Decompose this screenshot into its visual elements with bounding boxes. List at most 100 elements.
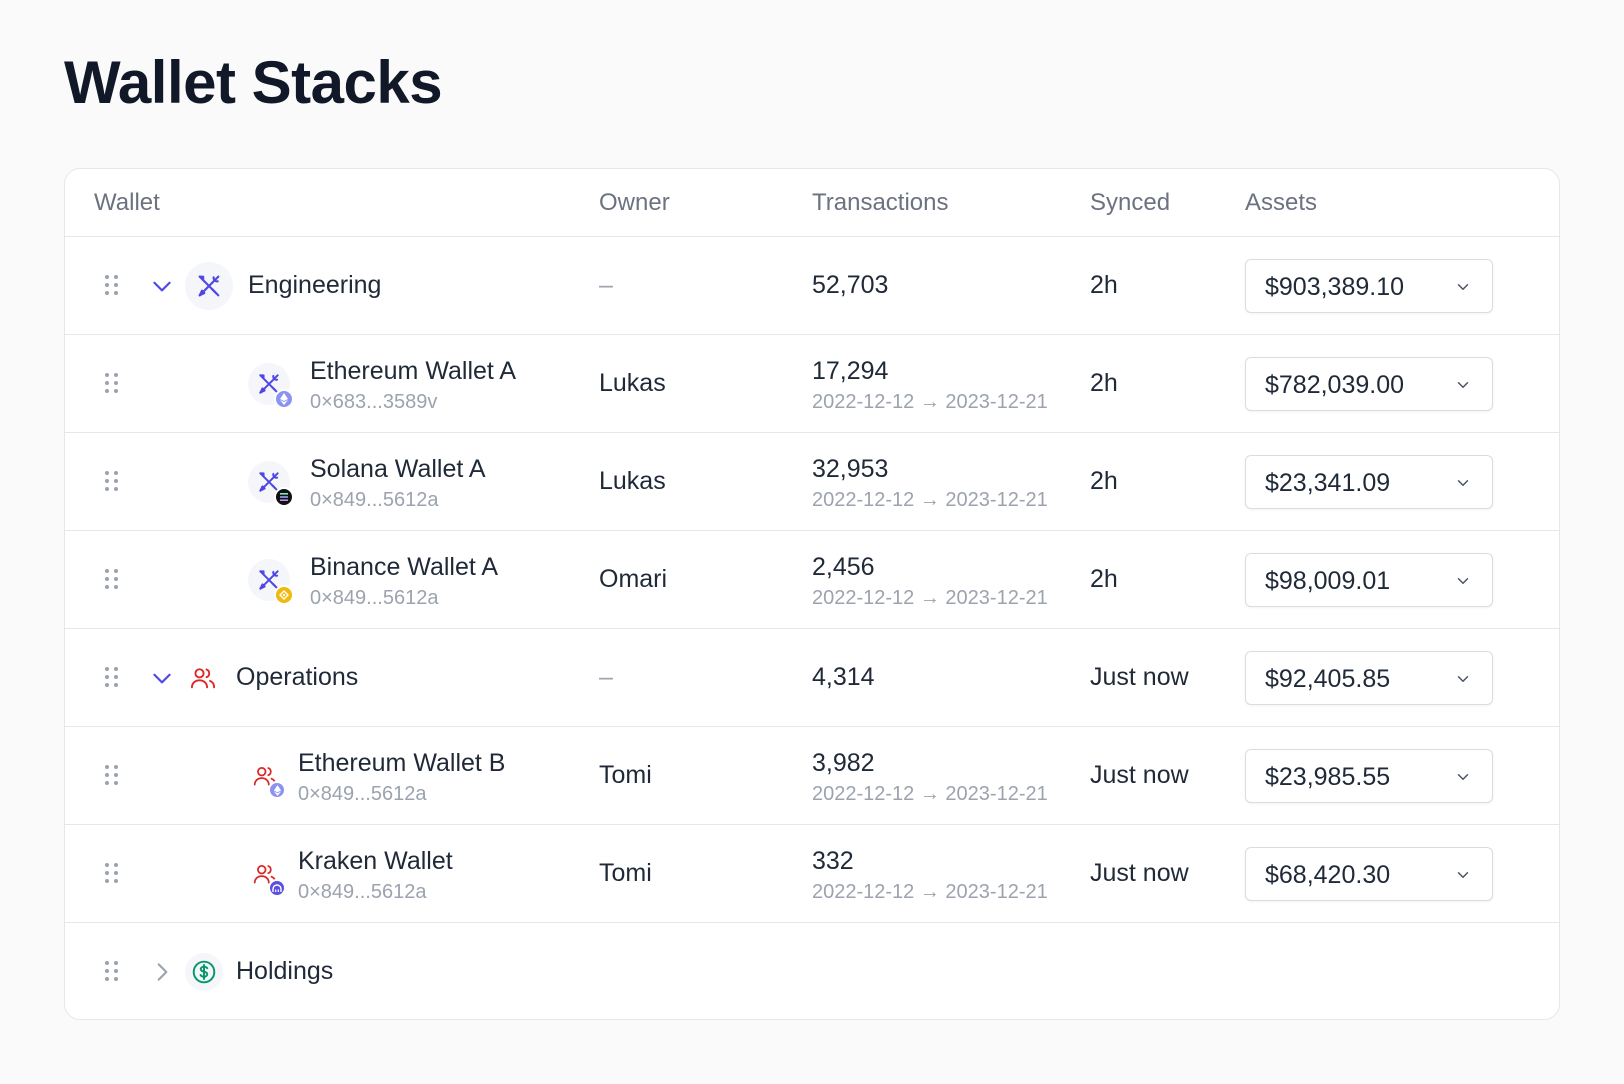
drag-handle-icon[interactable] <box>105 373 119 395</box>
wallet-table: Wallet Owner Transactions Synced Assets … <box>64 168 1560 1020</box>
wallet-row[interactable]: Binance Wallet A 0×849...5612a Omari 2,4… <box>65 531 1559 629</box>
group-row-holdings[interactable]: Holdings <box>65 923 1559 1019</box>
wallet-name: Binance Wallet A <box>310 553 499 581</box>
ethereum-icon <box>268 781 286 799</box>
wallet-address: 0×683...3589v <box>310 391 438 413</box>
wallet-avatar <box>248 755 292 799</box>
wallet-row[interactable]: Solana Wallet A 0×849...5612a Lukas 32,9… <box>65 433 1559 531</box>
date-range: 2022-12-12 → 2023-12-21 <box>812 881 1048 903</box>
wallet-name: Ethereum Wallet B <box>298 749 506 777</box>
table-header: Wallet Owner Transactions Synced Assets <box>65 169 1559 237</box>
date-range: 2022-12-12 → 2023-12-21 <box>812 391 1048 413</box>
drag-handle-icon[interactable] <box>105 961 119 983</box>
chevron-down-icon[interactable] <box>149 665 175 691</box>
transactions-cell: 3,982 <box>812 749 875 777</box>
assets-dropdown[interactable]: $23,985.55 <box>1245 749 1493 803</box>
wallet-address: 0×849...5612a <box>310 587 439 609</box>
assets-value: $68,420.30 <box>1265 861 1391 889</box>
transactions-cell: 52,703 <box>812 271 889 299</box>
transactions-cell: 17,294 <box>812 357 889 385</box>
wallet-avatar <box>248 461 294 507</box>
date-range: 2022-12-12 → 2023-12-21 <box>812 587 1048 609</box>
wallet-address: 0×849...5612a <box>310 489 439 511</box>
wallet-row[interactable]: Ethereum Wallet A 0×683...3589v Lukas 17… <box>65 335 1559 433</box>
wallet-address: 0×849...5612a <box>298 783 427 805</box>
kraken-icon <box>268 879 286 897</box>
dollar-icon <box>185 953 223 991</box>
group-row-operations[interactable]: Operations – 4,314 Just now $92,405.85 <box>65 629 1559 727</box>
assets-value: $903,389.10 <box>1265 273 1405 301</box>
page-title: Wallet Stacks <box>64 49 443 116</box>
chevron-down-icon <box>1457 774 1469 780</box>
tools-icon <box>185 262 233 310</box>
synced-cell: 2h <box>1090 565 1118 593</box>
date-range: 2022-12-12 → 2023-12-21 <box>812 489 1048 511</box>
transactions-cell: 32,953 <box>812 455 889 483</box>
binance-icon <box>274 585 294 605</box>
transactions-cell: 332 <box>812 847 854 875</box>
header-transactions: Transactions <box>812 189 949 216</box>
date-range: 2022-12-12 → 2023-12-21 <box>812 783 1048 805</box>
chevron-down-icon <box>1457 480 1469 486</box>
drag-handle-icon[interactable] <box>105 471 119 493</box>
owner-cell: – <box>599 663 613 691</box>
chevron-down-icon <box>1457 872 1469 878</box>
synced-cell: 2h <box>1090 467 1118 495</box>
synced-cell: 2h <box>1090 369 1118 397</box>
chevron-right-icon[interactable] <box>149 959 175 985</box>
wallet-avatar <box>248 363 294 409</box>
group-row-engineering[interactable]: Engineering – 52,703 2h $903,389.10 <box>65 237 1559 335</box>
header-owner: Owner <box>599 189 670 216</box>
assets-value: $98,009.01 <box>1265 567 1391 595</box>
owner-cell: – <box>599 271 613 299</box>
users-icon <box>185 660 221 696</box>
assets-dropdown[interactable]: $782,039.00 <box>1245 357 1493 411</box>
owner-cell: Tomi <box>599 859 652 887</box>
drag-handle-icon[interactable] <box>105 275 119 297</box>
assets-dropdown[interactable]: $92,405.85 <box>1245 651 1493 705</box>
header-synced: Synced <box>1090 189 1171 216</box>
group-name: Holdings <box>236 957 334 985</box>
assets-dropdown[interactable]: $98,009.01 <box>1245 553 1493 607</box>
header-assets: Assets <box>1245 189 1318 216</box>
assets-dropdown[interactable]: $68,420.30 <box>1245 847 1493 901</box>
wallet-name: Ethereum Wallet A <box>310 357 517 385</box>
assets-dropdown[interactable]: $903,389.10 <box>1245 259 1493 313</box>
assets-value: $23,341.09 <box>1265 469 1391 497</box>
solana-icon <box>274 487 294 507</box>
transactions-cell: 4,314 <box>812 663 875 691</box>
synced-cell: 2h <box>1090 271 1118 299</box>
wallet-row[interactable]: Ethereum Wallet B 0×849...5612a Tomi 3,9… <box>65 727 1559 825</box>
wallet-avatar <box>248 853 292 897</box>
assets-value: $782,039.00 <box>1265 371 1405 399</box>
owner-cell: Lukas <box>599 369 666 397</box>
header-wallet: Wallet <box>94 189 160 216</box>
chevron-down-icon <box>1457 284 1469 290</box>
owner-cell: Tomi <box>599 761 652 789</box>
drag-handle-icon[interactable] <box>105 863 119 885</box>
owner-cell: Lukas <box>599 467 666 495</box>
drag-handle-icon[interactable] <box>105 667 119 689</box>
chevron-down-icon <box>1457 578 1469 584</box>
wallet-row[interactable]: Kraken Wallet 0×849...5612a Tomi 332 202… <box>65 825 1559 923</box>
owner-cell: Omari <box>599 565 668 593</box>
chevron-down-icon <box>1457 676 1469 682</box>
drag-handle-icon[interactable] <box>105 765 119 787</box>
synced-cell: Just now <box>1090 761 1189 789</box>
synced-cell: Just now <box>1090 663 1189 691</box>
assets-dropdown[interactable]: $23,341.09 <box>1245 455 1493 509</box>
wallet-name: Solana Wallet A <box>310 455 486 483</box>
chevron-down-icon[interactable] <box>149 273 175 299</box>
group-name: Operations <box>236 663 359 691</box>
wallet-name: Kraken Wallet <box>298 847 453 875</box>
assets-value: $92,405.85 <box>1265 665 1391 693</box>
ethereum-icon <box>274 389 294 409</box>
synced-cell: Just now <box>1090 859 1189 887</box>
transactions-cell: 2,456 <box>812 553 875 581</box>
group-name: Engineering <box>248 271 382 299</box>
drag-handle-icon[interactable] <box>105 569 119 591</box>
wallet-address: 0×849...5612a <box>298 881 427 903</box>
wallet-avatar <box>248 559 294 605</box>
chevron-down-icon <box>1457 382 1469 388</box>
assets-value: $23,985.55 <box>1265 763 1391 791</box>
